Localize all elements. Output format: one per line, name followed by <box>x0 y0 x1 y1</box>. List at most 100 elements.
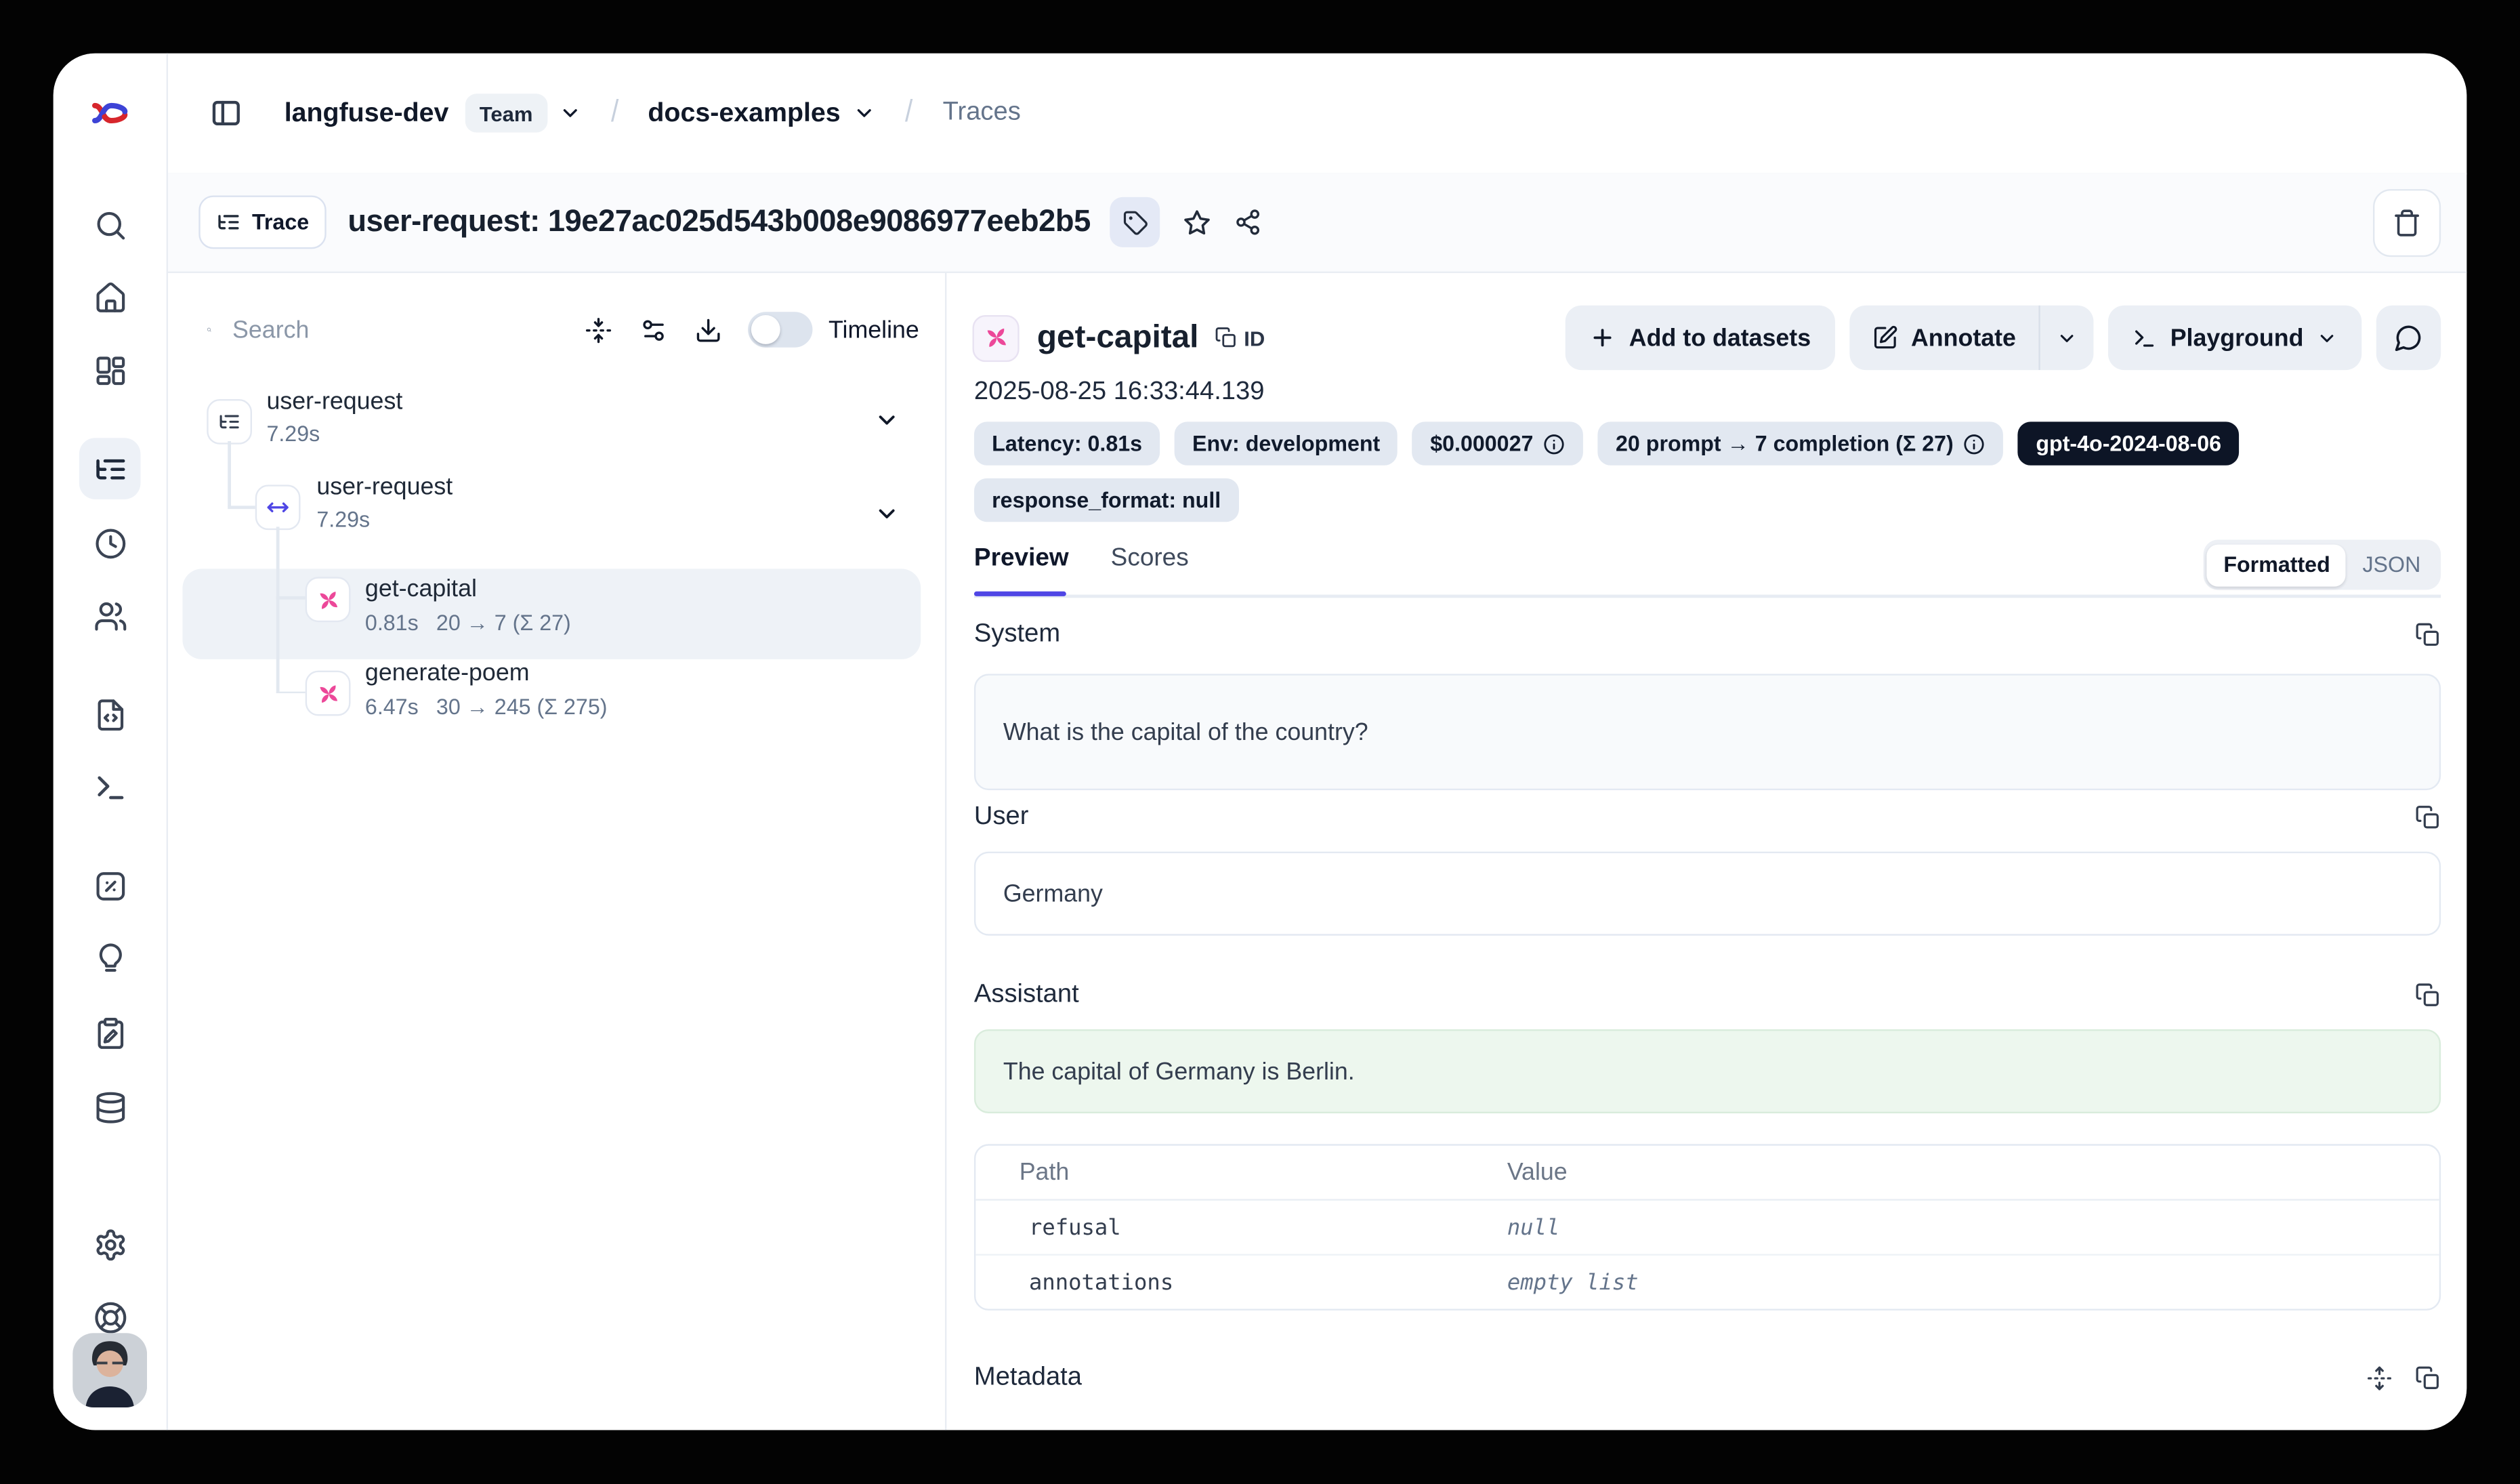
format-toggle: Formatted JSON <box>2204 539 2441 590</box>
timeline-toggle[interactable] <box>748 312 812 347</box>
tab-preview[interactable]: Preview <box>974 545 1069 574</box>
tree-connector <box>276 596 306 599</box>
tree-connector <box>228 441 230 508</box>
rail-sessions-clock-icon[interactable] <box>79 512 141 574</box>
rail-annotation-clipboard-pen-icon[interactable] <box>79 1002 141 1063</box>
section-title: System <box>974 621 1060 650</box>
response-format-badge: response_format: null <box>974 478 1239 522</box>
trace-type-badge: Trace <box>198 196 327 249</box>
rail-datasets-database-icon[interactable] <box>79 1076 141 1138</box>
user-section-header: User <box>974 800 2441 835</box>
toggle-knob <box>751 315 780 344</box>
token-usage-badge: 20 prompt → 7 completion (Σ 27) <box>1598 421 2004 465</box>
tab-scores[interactable]: Scores <box>1111 545 1189 574</box>
copy-id-button[interactable]: ID <box>1215 325 1265 350</box>
node-duration: 7.29s <box>266 421 320 446</box>
tree-connector <box>276 527 279 693</box>
span-node-icon <box>255 485 301 530</box>
bookmark-star-button[interactable] <box>1183 207 1212 236</box>
observation-timestamp: 2025-08-25 16:33:44.139 <box>974 378 1265 407</box>
copy-button[interactable] <box>2415 983 2441 1008</box>
tag-button[interactable] <box>1110 197 1160 247</box>
node-label: user-request <box>316 474 453 501</box>
copy-button[interactable] <box>2415 805 2441 831</box>
node-label: generate-poem <box>365 659 530 687</box>
view-tabs: Preview Scores <box>974 545 1189 574</box>
trace-node-icon <box>207 399 252 445</box>
annotate-button[interactable]: Annotate <box>1849 306 2038 370</box>
node-label: get-capital <box>365 575 477 603</box>
breadcrumb-org[interactable]: langfuse-dev <box>285 98 449 128</box>
generation-node-icon <box>306 577 351 622</box>
view-settings-sliders-button[interactable] <box>639 316 667 344</box>
breadcrumb-separator: / <box>610 96 618 131</box>
rail-playground-terminal-icon[interactable] <box>79 756 141 818</box>
download-button[interactable] <box>694 316 722 344</box>
expand-unfold-button[interactable] <box>2366 1365 2392 1391</box>
org-chevron-down-icon[interactable] <box>559 102 581 124</box>
project-chevron-down-icon[interactable] <box>854 102 876 124</box>
table-header-row: Path Value <box>975 1146 2439 1201</box>
model-badge[interactable]: gpt-4o-2024-08-06 <box>2018 421 2239 465</box>
collapse-all-button[interactable] <box>585 316 612 344</box>
trash-icon <box>2393 207 2422 236</box>
metadata-section-header: Metadata <box>974 1364 2441 1393</box>
rail-scores-percent-icon[interactable] <box>79 854 141 916</box>
latency-badge: Latency: 0.81s <box>974 421 1160 465</box>
trace-title: user-request: 19e27ac025d543b008e9086977… <box>348 205 1090 240</box>
tree-node-get-capital-selected[interactable]: get-capital 0.81s20 → 7 (Σ 27) <box>182 569 921 659</box>
node-label: user-request <box>266 388 402 415</box>
chevron-down-icon <box>2317 327 2338 348</box>
delete-trace-button[interactable] <box>2373 188 2441 256</box>
section-title: User <box>974 803 1029 832</box>
nav-rail <box>54 54 168 1430</box>
cell-path: annotations <box>975 1256 1507 1309</box>
playground-button[interactable]: Playground <box>2109 306 2361 370</box>
format-json-option[interactable]: JSON <box>2347 553 2437 577</box>
info-icon[interactable] <box>1963 432 1986 455</box>
tabs-divider <box>974 595 2441 598</box>
rail-evals-lightbulb-icon[interactable] <box>79 928 141 989</box>
search-input[interactable] <box>229 314 557 345</box>
column-header-value: Value <box>1507 1146 2439 1199</box>
info-icon[interactable] <box>1543 432 1566 455</box>
star-icon <box>1183 207 1212 236</box>
add-to-datasets-button[interactable]: Add to datasets <box>1566 306 1835 370</box>
user-avatar[interactable] <box>72 1333 147 1407</box>
assistant-message-text: The capital of Germany is Berlin. <box>1003 1058 1355 1086</box>
rail-search-button[interactable] <box>79 194 141 255</box>
rail-prompts-file-code-icon[interactable] <box>79 684 141 745</box>
trace-title-bar: Trace user-request: 19e27ac025d543b008e9… <box>167 173 2467 273</box>
table-row: annotations empty list <box>975 1256 2439 1309</box>
breadcrumb-page[interactable]: Traces <box>943 98 1021 127</box>
node-chevron-down-icon[interactable] <box>874 501 900 527</box>
user-message-text: Germany <box>1003 880 1103 907</box>
metrics-badges-row: Latency: 0.81s Env: development $0.00002… <box>974 421 2239 465</box>
copy-button[interactable] <box>2415 622 2441 648</box>
node-stats: 0.81s20 → 7 (Σ 27) <box>365 611 571 635</box>
assistant-message-box: The capital of Germany is Berlin. <box>974 1029 2441 1113</box>
screen: langfuse-dev Team / docs-examples / Trac… <box>0 0 2520 1484</box>
comment-button[interactable] <box>2376 306 2441 370</box>
share-button[interactable] <box>1234 209 1262 236</box>
rail-dashboard-icon[interactable] <box>79 339 141 401</box>
copy-button[interactable] <box>2415 1365 2441 1391</box>
tree-connector <box>228 506 255 508</box>
rail-traces-icon[interactable] <box>79 438 141 499</box>
avatar-photo <box>72 1333 147 1407</box>
tree-toolbar: Timeline <box>167 291 945 368</box>
annotate-split-button: Annotate <box>1849 306 2094 370</box>
rail-settings-gear-icon[interactable] <box>79 1214 141 1275</box>
trace-tree-panel: Timeline user-request 7.29s user-request… <box>167 272 945 1430</box>
rail-users-icon[interactable] <box>79 585 141 646</box>
assistant-section-header: Assistant <box>974 978 2441 1013</box>
node-chevron-down-icon[interactable] <box>874 407 900 433</box>
rail-home-button[interactable] <box>79 266 141 328</box>
params-badges-row: response_format: null <box>974 478 1239 522</box>
format-formatted-option[interactable]: Formatted <box>2208 543 2347 585</box>
top-bar: langfuse-dev Team / docs-examples / Trac… <box>167 54 2467 175</box>
sidebar-toggle-button[interactable] <box>210 97 243 129</box>
annotate-dropdown-chevron[interactable] <box>2041 306 2095 370</box>
cell-value: null <box>1507 1201 2439 1254</box>
breadcrumb-project[interactable]: docs-examples <box>648 98 840 128</box>
